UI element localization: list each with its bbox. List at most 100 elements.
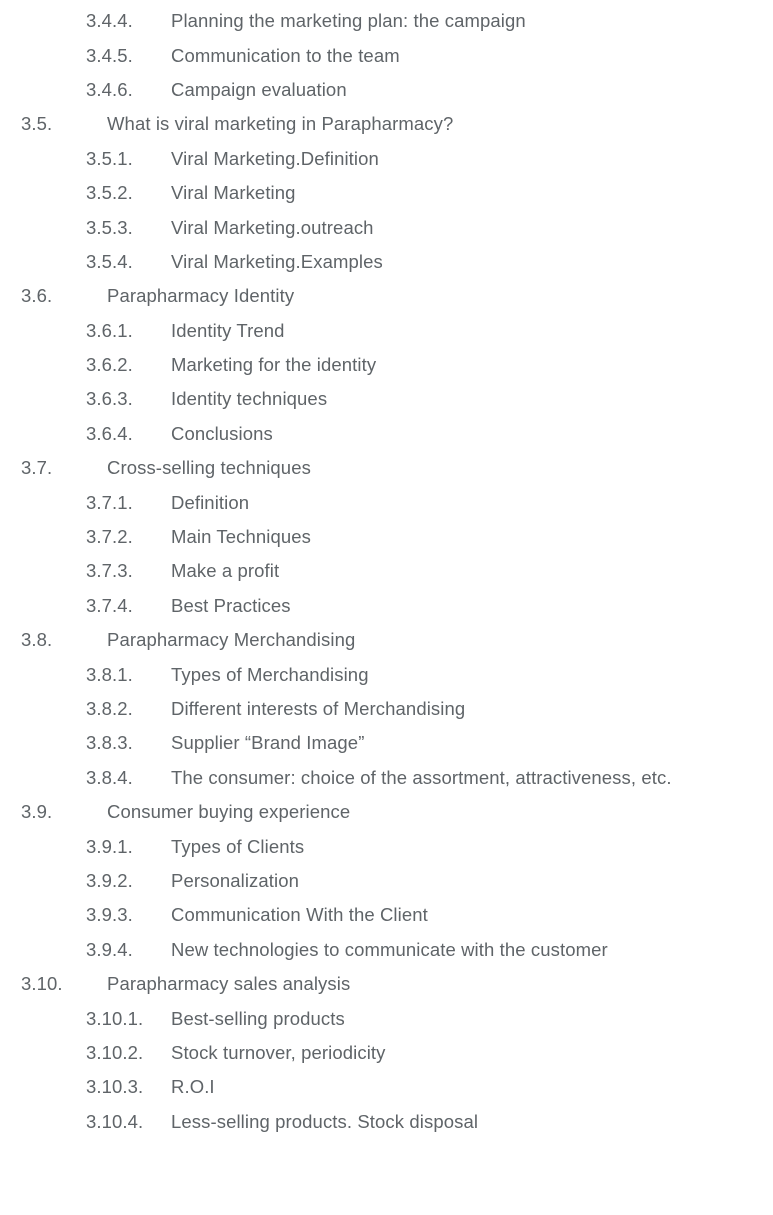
toc-subsection-item: 3.10.4. Less-selling products. Stock disp…: [0, 1105, 773, 1139]
toc-item-title: New technologies to communicate with the…: [171, 938, 608, 960]
toc-subsection-item: 3.5.3. Viral Marketing.outreach: [0, 210, 773, 244]
toc-item-title: Parapharmacy Identity: [107, 285, 295, 307]
toc-item-title: Identity techniques: [171, 388, 328, 410]
toc-item-number: 3.4.4.: [86, 10, 133, 32]
toc-subsection-item: 3.9.1. Types of Clients: [0, 829, 773, 863]
toc-item-number: 3.8.3.: [86, 732, 133, 754]
toc-item-title: What is viral marketing in Parapharmacy?: [107, 113, 454, 135]
toc-section-item: 3.10. Parapharmacy sales analysis: [0, 967, 773, 1001]
toc-subsection-item: 3.9.2. Personalization: [0, 864, 773, 898]
toc-item-title: Stock turnover, periodicity: [171, 1041, 386, 1063]
toc-item-number: 3.8.2.: [86, 698, 133, 719]
toc-item-number: 3.10.4.: [86, 1110, 144, 1132]
toc-subsection-item: 3.6.2. Marketing for the identity: [0, 348, 773, 382]
toc-subsection-item: 3.8.3. Supplier “Brand Image”: [0, 726, 773, 760]
toc-item-number: 3.7.: [21, 457, 53, 479]
toc-item-title: Best Practices: [171, 594, 291, 616]
toc-subsection-item: 3.5.2. Viral Marketing: [0, 176, 773, 210]
toc-item-number: 3.7.2.: [86, 526, 133, 548]
toc-subsection-item: 3.8.1. Types of Merchandising: [0, 657, 773, 691]
toc-item-title: Identity Trend: [171, 319, 285, 341]
toc-item-title: Conclusions: [171, 422, 273, 444]
toc-item-number: 3.4.5.: [86, 44, 133, 66]
toc-section-item: 3.7. Cross-selling techniques: [0, 451, 773, 485]
toc-item-number: 3.5.: [21, 113, 53, 135]
toc-item-title: Viral Marketing: [171, 182, 296, 204]
toc-section-item: 3.6. Parapharmacy Identity: [0, 279, 773, 313]
toc-item-number: 3.9.: [21, 801, 53, 823]
toc-item-number: 3.5.4.: [86, 250, 133, 272]
toc-item-number: 3.9.2.: [86, 869, 133, 891]
toc-item-number: 3.6.4.: [86, 422, 133, 444]
toc-item-title: Viral Marketing.Examples: [171, 250, 383, 272]
toc-item-title: Make a profit: [171, 560, 280, 582]
toc-item-number: 3.7.1.: [86, 491, 133, 513]
toc-item-number: 3.9.1.: [86, 835, 133, 857]
toc-item-title: Viral Marketing.Definition: [171, 147, 379, 169]
toc-item-number: 3.10.1.: [86, 1007, 144, 1029]
toc-subsection-item: 3.4.6. Campaign evaluation: [0, 73, 773, 107]
toc-subsection-item: 3.6.3. Identity techniques: [0, 382, 773, 416]
toc-item-number: 3.8.1.: [86, 663, 133, 685]
toc-subsection-item: 3.5.1. Viral Marketing.Definition: [0, 142, 773, 176]
toc-subsection-item: 3.4.4. Planning the marketing plan: the c…: [0, 4, 773, 38]
toc-item-title: Cross-selling techniques: [107, 457, 311, 479]
toc-subsection-item: 3.4.5. Communication to the team: [0, 38, 773, 72]
toc-item-number: 3.8.: [21, 629, 53, 651]
toc-subsection-item: 3.9.3. Communication With the Client: [0, 898, 773, 932]
toc-subsection-item: 3.8.4. The consumer: choice of the assort…: [0, 761, 773, 795]
toc-item-title: Best-selling products: [171, 1007, 345, 1029]
toc-item-title: Campaign evaluation: [171, 78, 347, 100]
toc-item-title: Supplier “Brand Image”: [171, 732, 365, 754]
toc-item-title: Definition: [171, 491, 250, 513]
toc-item-number: 3.5.1.: [86, 147, 133, 169]
toc-item-title: Viral Marketing.outreach: [171, 216, 374, 238]
table-of-contents: 3.4.4. Planning the marketing plan: the c…: [0, 0, 773, 1139]
toc-subsection-item: 3.7.2. Main Techniques: [0, 520, 773, 554]
toc-item-title: Personalization: [171, 869, 299, 891]
toc-subsection-item: 3.6.1. Identity Trend: [0, 314, 773, 348]
toc-item-title: Planning the marketing plan: the campaig…: [171, 10, 526, 32]
toc-item-title: Parapharmacy Merchandising: [107, 629, 356, 651]
toc-item-title: The consumer: choice of the assortment, …: [171, 766, 672, 788]
toc-subsection-item: 3.7.4. Best Practices: [0, 589, 773, 623]
toc-item-number: 3.10.: [21, 973, 63, 995]
toc-item-number: 3.6.: [21, 285, 53, 307]
toc-item-number: 3.6.2.: [86, 354, 133, 376]
toc-item-title: Different interests of Merchandising: [171, 698, 466, 719]
toc-subsection-item: 3.9.4. New technologies to communicate wi…: [0, 933, 773, 967]
toc-section-item: 3.5. What is viral marketing in Parapharm…: [0, 107, 773, 141]
toc-item-number: 3.10.3.: [86, 1076, 144, 1098]
toc-subsection-item: 3.7.3. Make a profit: [0, 554, 773, 588]
toc-item-number: 3.10.2.: [86, 1041, 144, 1063]
toc-section-item: 3.9. Consumer buying experience: [0, 795, 773, 829]
toc-item-title: Types of Merchandising: [171, 663, 369, 685]
toc-subsection-item: 3.10.3. R.O.I: [0, 1070, 773, 1104]
toc-item-number: 3.5.2.: [86, 182, 133, 204]
toc-item-number: 3.9.3.: [86, 904, 133, 926]
toc-item-title: Less-selling products. Stock disposal: [171, 1110, 479, 1132]
toc-item-number: 3.9.4.: [86, 938, 133, 960]
toc-item-title: Communication With the Client: [171, 904, 428, 926]
toc-item-number: 3.6.3.: [86, 388, 133, 410]
toc-section-item: 3.8. Parapharmacy Merchandising: [0, 623, 773, 657]
toc-item-number: 3.4.6.: [86, 78, 133, 100]
toc-item-number: 3.8.4.: [86, 766, 133, 788]
toc-item-title: Communication to the team: [171, 44, 400, 66]
toc-item-number: 3.7.4.: [86, 594, 133, 616]
toc-item-number: 3.6.1.: [86, 319, 133, 341]
toc-item-title: R.O.I: [171, 1076, 215, 1098]
toc-subsection-item: 3.5.4. Viral Marketing.Examples: [0, 245, 773, 279]
toc-item-title: Main Techniques: [171, 526, 311, 548]
toc-item-title: Consumer buying experience: [107, 801, 351, 823]
toc-subsection-item: 3.10.2. Stock turnover, periodicity: [0, 1036, 773, 1070]
toc-item-title: Parapharmacy sales analysis: [107, 973, 351, 995]
toc-item-number: 3.5.3.: [86, 216, 133, 238]
toc-subsection-item: 3.7.1. Definition: [0, 485, 773, 519]
toc-item-number: 3.7.3.: [86, 560, 133, 582]
toc-subsection-item: 3.8.2. Different interests of Merchandisi…: [0, 692, 773, 726]
toc-subsection-item: 3.10.1. Best-selling products: [0, 1001, 773, 1035]
toc-item-title: Marketing for the identity: [171, 354, 377, 376]
toc-item-title: Types of Clients: [171, 835, 305, 857]
toc-subsection-item: 3.6.4. Conclusions: [0, 417, 773, 451]
